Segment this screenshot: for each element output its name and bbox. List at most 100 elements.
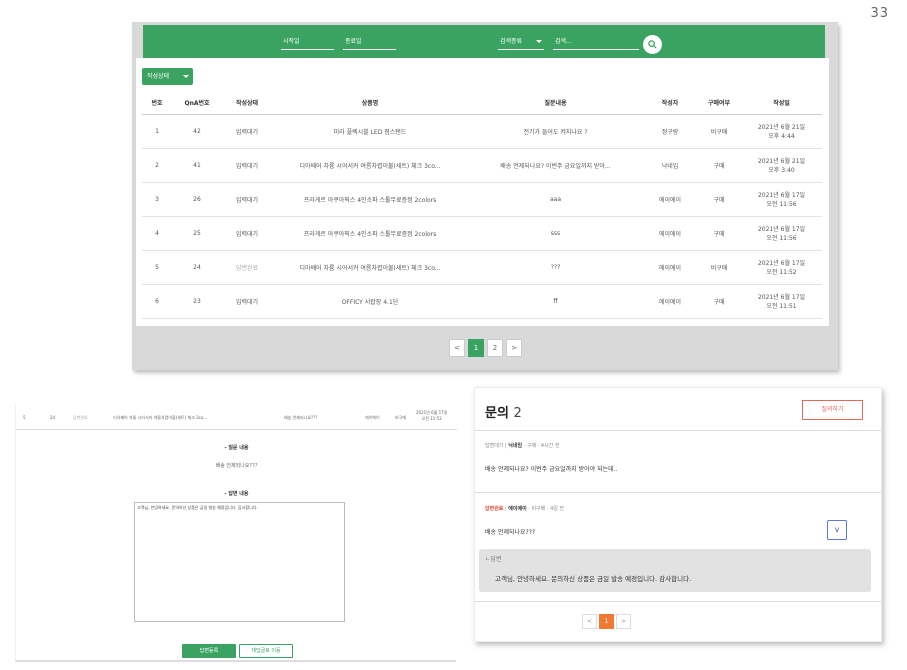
cell-question: sss [468, 216, 643, 251]
question-text: 배송 언제되나요??? [215, 463, 258, 469]
cell-question: ??? [468, 250, 643, 285]
cell-product: 미라 플렉시블 LED 점스탠드 [272, 114, 468, 149]
time-line: 오후 3:40 [768, 167, 795, 174]
end-date-input[interactable]: 종료일 [343, 36, 396, 50]
question-section-title: - 질문 내용 [224, 445, 249, 451]
cell-status: 답변완료 [73, 415, 88, 420]
inquiry-author: 에이에이 [508, 506, 527, 512]
qna-table: 번호 QnA번호 작성상태 상품명 질문내용 작성자 구매여부 작성일 1 42… [142, 92, 822, 319]
cell-status: 입력대기 [222, 216, 272, 251]
cell-no: 1 [142, 114, 172, 149]
cell-author: 에이에이 [643, 216, 697, 251]
inquiry-panel: 문의 2 질의하기 답변대기 | 닉네임 · 구매 · 4시간 전 배송 언제되… [474, 387, 883, 642]
next-page-button[interactable]: > [616, 614, 631, 629]
time-line: 오전 11:52 [421, 416, 442, 421]
table-row[interactable]: 3 26 입력대기 프라게르 아쿠아픽스 4인소파 스툴무료증정 2colors… [142, 182, 822, 217]
inquiry-status: 답변대기 [485, 443, 504, 449]
prev-page-button[interactable]: < [582, 614, 597, 629]
col-header: 작성상태 [222, 92, 272, 115]
inquiry-question: 배송 언제되나요? 이번주 금요일까지 받아야 되는데.. [485, 466, 618, 473]
cell-no: 5 [142, 250, 172, 285]
answer-label: ㄴ답변 [485, 556, 502, 563]
inquiry-title-text: 문의 [485, 406, 509, 421]
answer-box: ㄴ답변 고객님, 안녕하세요. 문의하신 상품은 금일 발송 예정입니다. 감사… [479, 549, 871, 592]
answer-text: 고객님, 안녕하세요. 문의하신 상품은 금일 발송 예정입니다. 감사합니다. [495, 575, 692, 583]
secondary-button[interactable]: 재답글로 이동 [239, 644, 293, 658]
date-line: 2021년 6월 21일 [757, 124, 806, 131]
cell-purchase: 비구매 [395, 415, 407, 420]
chevron-down-icon [183, 75, 189, 78]
cell-purchase: 구매 [697, 284, 741, 319]
cell-product: 디아쎄어 차륭 시어서커 여름차렵이불(세트) 체크 3co... [272, 148, 468, 183]
cell-date: 2021년 6월 17일 오전 11:52 [416, 410, 447, 422]
page-1-button[interactable]: 1 [468, 339, 484, 357]
cell-product: OFFICY 서랍장 4.1단 [272, 284, 468, 319]
cell-author: 정구랑 [643, 114, 697, 149]
inquiry-purchase: 구매 [526, 443, 537, 449]
search-button[interactable] [643, 35, 662, 54]
cell-question: ff [468, 284, 643, 319]
col-header: 작성일 [741, 92, 822, 115]
page-1-button[interactable]: 1 [599, 614, 614, 629]
write-inquiry-button[interactable]: 질의하기 [802, 400, 863, 420]
cell-question: 배송 언제되나요??? [284, 415, 318, 420]
table-row[interactable]: 2 41 입력대기 디아쎄어 차륭 시어서커 여름차렵이불(세트) 체크 3co… [142, 148, 822, 183]
prev-page-button[interactable]: < [449, 339, 465, 357]
search-icon [648, 40, 657, 49]
cell-status: 입력대기 [222, 148, 272, 183]
cell-author: 에이에이 [643, 284, 697, 319]
cell-qna: 42 [172, 114, 222, 149]
date-line: 2021년 6월 17일 [757, 260, 806, 267]
search-type-select[interactable]: 검색종류 [498, 36, 544, 50]
search-input[interactable]: 검색... [553, 36, 639, 50]
time-line: 오전 11:52 [766, 269, 797, 276]
cell-qna: 24 [172, 250, 222, 285]
cell-qna: 41 [172, 148, 222, 183]
inquiry-time: 4시간 전 [540, 443, 560, 449]
submit-answer-button[interactable]: 답변등록 [182, 644, 236, 658]
cell-purchase: 구매 [697, 216, 741, 251]
cell-date: 2021년 6월 21일오후 4:44 [741, 114, 822, 149]
cell-status: 답변완료 [222, 250, 272, 285]
col-header: 구매여부 [697, 92, 741, 115]
cell-product: 프라게르 아쿠아픽스 4인소파 스툴무료증정 2colors [272, 182, 468, 217]
status-dropdown-label: 작성상태 [147, 73, 170, 80]
time-line: 오후 4:44 [768, 133, 795, 140]
table-row[interactable]: 1 42 입력대기 미라 플렉시블 LED 점스탠드 전기가 들어도 켜지나요 … [142, 114, 822, 149]
cell-purchase: 구매 [697, 182, 741, 217]
divider [475, 601, 883, 602]
expand-toggle-button[interactable]: v [827, 520, 847, 540]
table-header-row: 번호 QnA번호 작성상태 상품명 질문내용 작성자 구매여부 작성일 [142, 92, 822, 115]
divider [475, 492, 883, 493]
cell-date: 2021년 6월 17일오전 11:52 [741, 250, 822, 285]
pagination: < 1 2 > [449, 339, 522, 357]
table-row[interactable]: 4 25 입력대기 프라게르 아쿠아픽스 4인소파 스툴무료증정 2colors… [142, 216, 822, 251]
next-page-button[interactable]: > [506, 339, 522, 357]
page-2-button[interactable]: 2 [487, 339, 503, 357]
col-header: 질문내용 [468, 92, 643, 115]
answer-section-title: - 답변 내용 [224, 491, 249, 497]
table-row[interactable]: 6 23 입력대기 OFFICY 서랍장 4.1단 ff 에이에이 구매 202… [142, 284, 822, 319]
page-number: 33 [870, 6, 889, 21]
answer-form-panel: 5 24 답변완료 디아쎄어 차륭 시어서커 여름차렵이불(세트) 체크 3co… [15, 404, 457, 662]
answer-textarea[interactable]: 고객님, 안녕하세요. 문의하신 상품은 금일 발송 예정입니다. 감사합니다. [134, 502, 345, 622]
selected-row[interactable]: 5 24 답변완료 디아쎄어 차륭 시어서커 여름차렵이불(세트) 체크 3co… [16, 404, 457, 430]
inquiry-time: 4일 전 [550, 506, 565, 512]
cell-question: 전기가 들어도 켜지나요 ? [468, 114, 643, 149]
time-line: 오전 11:56 [766, 201, 797, 208]
cell-product: 디아쎄어 차륭 시어서커 여름차렵이불(세트) 체크 3co... [113, 415, 208, 420]
inquiry-meta: 답변완료 | 에이에이 · 비구매 · 4일 전 [485, 506, 565, 512]
table-row[interactable]: 5 24 답변완료 디아쎄어 차륭 시어서커 여름차렵이불(세트) 체크 3co… [142, 250, 822, 285]
date-line: 2021년 6월 21일 [757, 158, 806, 165]
cell-product: 디아쎄어 차륭 시어서커 여름차렵이불(세트) 체크 3co... [272, 250, 468, 285]
status-dropdown[interactable]: 작성상태 [142, 68, 193, 85]
cell-date: 2021년 6월 21일오후 3:40 [741, 148, 822, 183]
inquiry-question: 배송 언제되나요??? [485, 529, 536, 536]
inquiry-meta: 답변대기 | 닉네임 · 구매 · 4시간 전 [485, 443, 560, 449]
start-date-input[interactable]: 시작일 [281, 36, 334, 50]
cell-status: 입력대기 [222, 182, 272, 217]
cell-no: 3 [142, 182, 172, 217]
cell-purchase: 구매 [697, 148, 741, 183]
cell-question: 배송 언제되나요? 이번주 금요일까지 받아... [468, 148, 643, 183]
cell-status: 입력대기 [222, 284, 272, 319]
